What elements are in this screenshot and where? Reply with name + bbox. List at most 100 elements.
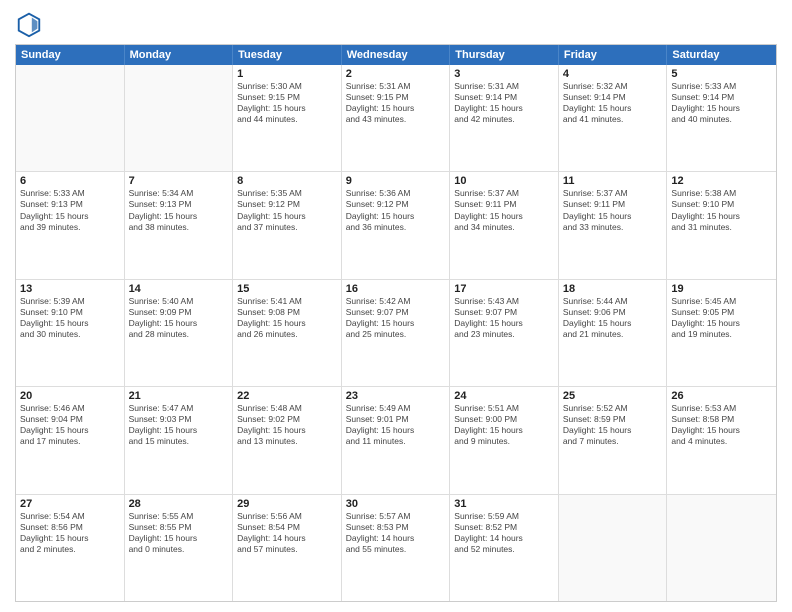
day-detail: Sunrise: 5:33 AMSunset: 9:14 PMDaylight:… (671, 81, 772, 125)
day-detail: Sunrise: 5:38 AMSunset: 9:10 PMDaylight:… (671, 188, 772, 232)
day-number: 29 (237, 498, 337, 510)
day-cell-17: 17Sunrise: 5:43 AMSunset: 9:07 PMDayligh… (450, 280, 559, 386)
day-cell-18: 18Sunrise: 5:44 AMSunset: 9:06 PMDayligh… (559, 280, 668, 386)
day-number: 22 (237, 390, 337, 402)
day-detail: Sunrise: 5:36 AMSunset: 9:12 PMDaylight:… (346, 188, 446, 232)
day-cell-29: 29Sunrise: 5:56 AMSunset: 8:54 PMDayligh… (233, 495, 342, 601)
day-number: 14 (129, 283, 229, 295)
day-cell-11: 11Sunrise: 5:37 AMSunset: 9:11 PMDayligh… (559, 172, 668, 278)
day-detail: Sunrise: 5:34 AMSunset: 9:13 PMDaylight:… (129, 188, 229, 232)
day-detail: Sunrise: 5:57 AMSunset: 8:53 PMDaylight:… (346, 511, 446, 555)
day-number: 11 (563, 175, 663, 187)
day-cell-13: 13Sunrise: 5:39 AMSunset: 9:10 PMDayligh… (16, 280, 125, 386)
day-cell-16: 16Sunrise: 5:42 AMSunset: 9:07 PMDayligh… (342, 280, 451, 386)
day-cell-30: 30Sunrise: 5:57 AMSunset: 8:53 PMDayligh… (342, 495, 451, 601)
day-cell-23: 23Sunrise: 5:49 AMSunset: 9:01 PMDayligh… (342, 387, 451, 493)
day-cell-8: 8Sunrise: 5:35 AMSunset: 9:12 PMDaylight… (233, 172, 342, 278)
empty-cell (16, 65, 125, 171)
day-detail: Sunrise: 5:46 AMSunset: 9:04 PMDaylight:… (20, 403, 120, 447)
day-detail: Sunrise: 5:59 AMSunset: 8:52 PMDaylight:… (454, 511, 554, 555)
day-number: 17 (454, 283, 554, 295)
day-cell-28: 28Sunrise: 5:55 AMSunset: 8:55 PMDayligh… (125, 495, 234, 601)
calendar-row-1: 1Sunrise: 5:30 AMSunset: 9:15 PMDaylight… (16, 65, 776, 171)
day-number: 21 (129, 390, 229, 402)
day-cell-7: 7Sunrise: 5:34 AMSunset: 9:13 PMDaylight… (125, 172, 234, 278)
day-cell-6: 6Sunrise: 5:33 AMSunset: 9:13 PMDaylight… (16, 172, 125, 278)
day-detail: Sunrise: 5:52 AMSunset: 8:59 PMDaylight:… (563, 403, 663, 447)
day-number: 23 (346, 390, 446, 402)
logo (15, 10, 47, 38)
day-detail: Sunrise: 5:39 AMSunset: 9:10 PMDaylight:… (20, 296, 120, 340)
day-number: 30 (346, 498, 446, 510)
day-detail: Sunrise: 5:31 AMSunset: 9:15 PMDaylight:… (346, 81, 446, 125)
day-cell-14: 14Sunrise: 5:40 AMSunset: 9:09 PMDayligh… (125, 280, 234, 386)
header (15, 10, 777, 38)
day-cell-10: 10Sunrise: 5:37 AMSunset: 9:11 PMDayligh… (450, 172, 559, 278)
day-detail: Sunrise: 5:37 AMSunset: 9:11 PMDaylight:… (454, 188, 554, 232)
day-number: 2 (346, 68, 446, 80)
day-detail: Sunrise: 5:44 AMSunset: 9:06 PMDaylight:… (563, 296, 663, 340)
day-number: 25 (563, 390, 663, 402)
day-cell-26: 26Sunrise: 5:53 AMSunset: 8:58 PMDayligh… (667, 387, 776, 493)
day-number: 10 (454, 175, 554, 187)
day-cell-15: 15Sunrise: 5:41 AMSunset: 9:08 PMDayligh… (233, 280, 342, 386)
day-detail: Sunrise: 5:54 AMSunset: 8:56 PMDaylight:… (20, 511, 120, 555)
empty-cell (125, 65, 234, 171)
day-detail: Sunrise: 5:51 AMSunset: 9:00 PMDaylight:… (454, 403, 554, 447)
day-detail: Sunrise: 5:48 AMSunset: 9:02 PMDaylight:… (237, 403, 337, 447)
day-detail: Sunrise: 5:31 AMSunset: 9:14 PMDaylight:… (454, 81, 554, 125)
day-number: 20 (20, 390, 120, 402)
day-cell-1: 1Sunrise: 5:30 AMSunset: 9:15 PMDaylight… (233, 65, 342, 171)
day-detail: Sunrise: 5:56 AMSunset: 8:54 PMDaylight:… (237, 511, 337, 555)
day-number: 5 (671, 68, 772, 80)
day-detail: Sunrise: 5:35 AMSunset: 9:12 PMDaylight:… (237, 188, 337, 232)
calendar-row-2: 6Sunrise: 5:33 AMSunset: 9:13 PMDaylight… (16, 171, 776, 278)
page: SundayMondayTuesdayWednesdayThursdayFrid… (0, 0, 792, 612)
day-number: 9 (346, 175, 446, 187)
day-cell-5: 5Sunrise: 5:33 AMSunset: 9:14 PMDaylight… (667, 65, 776, 171)
day-number: 7 (129, 175, 229, 187)
day-number: 8 (237, 175, 337, 187)
calendar-row-5: 27Sunrise: 5:54 AMSunset: 8:56 PMDayligh… (16, 494, 776, 601)
header-day-friday: Friday (559, 45, 668, 65)
day-cell-9: 9Sunrise: 5:36 AMSunset: 9:12 PMDaylight… (342, 172, 451, 278)
day-cell-19: 19Sunrise: 5:45 AMSunset: 9:05 PMDayligh… (667, 280, 776, 386)
calendar: SundayMondayTuesdayWednesdayThursdayFrid… (15, 44, 777, 602)
header-day-wednesday: Wednesday (342, 45, 451, 65)
day-cell-22: 22Sunrise: 5:48 AMSunset: 9:02 PMDayligh… (233, 387, 342, 493)
day-cell-3: 3Sunrise: 5:31 AMSunset: 9:14 PMDaylight… (450, 65, 559, 171)
calendar-row-4: 20Sunrise: 5:46 AMSunset: 9:04 PMDayligh… (16, 386, 776, 493)
day-number: 15 (237, 283, 337, 295)
day-cell-21: 21Sunrise: 5:47 AMSunset: 9:03 PMDayligh… (125, 387, 234, 493)
day-number: 16 (346, 283, 446, 295)
day-number: 3 (454, 68, 554, 80)
empty-cell (667, 495, 776, 601)
calendar-header: SundayMondayTuesdayWednesdayThursdayFrid… (16, 45, 776, 65)
day-cell-12: 12Sunrise: 5:38 AMSunset: 9:10 PMDayligh… (667, 172, 776, 278)
day-cell-25: 25Sunrise: 5:52 AMSunset: 8:59 PMDayligh… (559, 387, 668, 493)
day-cell-20: 20Sunrise: 5:46 AMSunset: 9:04 PMDayligh… (16, 387, 125, 493)
header-day-tuesday: Tuesday (233, 45, 342, 65)
day-number: 1 (237, 68, 337, 80)
day-cell-24: 24Sunrise: 5:51 AMSunset: 9:00 PMDayligh… (450, 387, 559, 493)
day-number: 27 (20, 498, 120, 510)
day-cell-2: 2Sunrise: 5:31 AMSunset: 9:15 PMDaylight… (342, 65, 451, 171)
day-number: 13 (20, 283, 120, 295)
calendar-body: 1Sunrise: 5:30 AMSunset: 9:15 PMDaylight… (16, 65, 776, 601)
day-detail: Sunrise: 5:33 AMSunset: 9:13 PMDaylight:… (20, 188, 120, 232)
header-day-sunday: Sunday (16, 45, 125, 65)
header-day-thursday: Thursday (450, 45, 559, 65)
empty-cell (559, 495, 668, 601)
day-number: 6 (20, 175, 120, 187)
day-number: 4 (563, 68, 663, 80)
day-number: 31 (454, 498, 554, 510)
logo-icon (15, 10, 43, 38)
day-detail: Sunrise: 5:45 AMSunset: 9:05 PMDaylight:… (671, 296, 772, 340)
day-detail: Sunrise: 5:55 AMSunset: 8:55 PMDaylight:… (129, 511, 229, 555)
header-day-saturday: Saturday (667, 45, 776, 65)
day-detail: Sunrise: 5:40 AMSunset: 9:09 PMDaylight:… (129, 296, 229, 340)
calendar-row-3: 13Sunrise: 5:39 AMSunset: 9:10 PMDayligh… (16, 279, 776, 386)
day-detail: Sunrise: 5:32 AMSunset: 9:14 PMDaylight:… (563, 81, 663, 125)
day-cell-4: 4Sunrise: 5:32 AMSunset: 9:14 PMDaylight… (559, 65, 668, 171)
day-number: 26 (671, 390, 772, 402)
